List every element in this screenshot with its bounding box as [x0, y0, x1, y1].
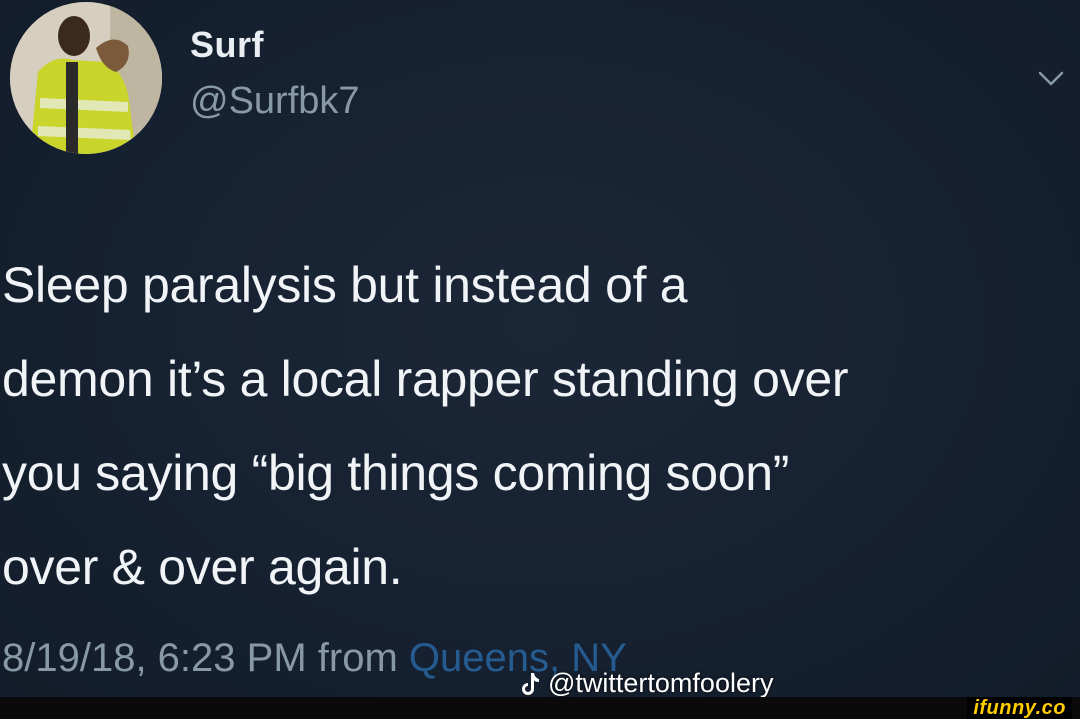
display-name[interactable]: Surf — [190, 24, 264, 66]
chevron-down-icon[interactable] — [1038, 70, 1064, 88]
timestamp-text: 8/19/18, 6:23 PM from — [2, 636, 409, 680]
avatar[interactable] — [10, 2, 162, 154]
tiktok-watermark: @twittertomfoolery — [520, 668, 773, 699]
watermark-bar: ifunny.co — [0, 697, 1080, 719]
tiktok-note-icon — [520, 671, 540, 697]
ifunny-logo: ifunny.co — [967, 697, 1072, 719]
tiktok-handle: @twittertomfoolery — [548, 668, 774, 698]
avatar-photo — [10, 2, 162, 154]
tweet-screenshot: Surf @Surfbk7 Sleep paralysis but instea… — [0, 0, 1080, 719]
user-handle[interactable]: @Surfbk7 — [190, 80, 360, 123]
tweet-text: Sleep paralysis but instead of a demon i… — [2, 257, 849, 595]
